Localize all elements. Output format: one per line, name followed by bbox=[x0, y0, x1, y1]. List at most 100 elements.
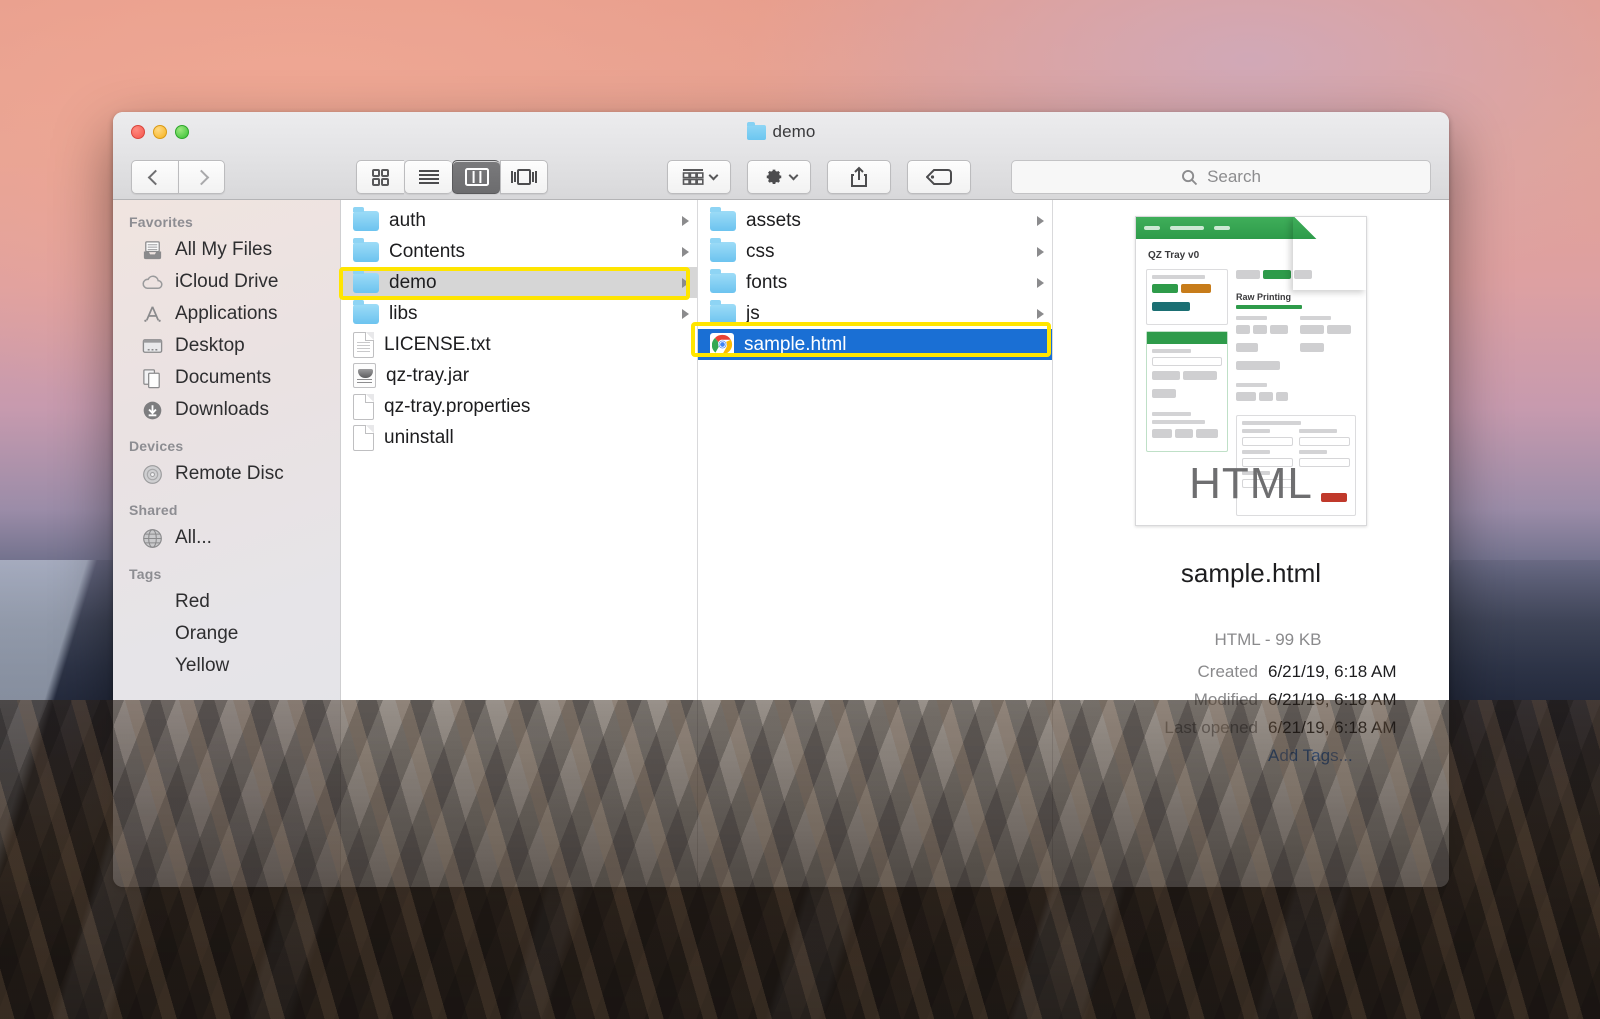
column-view: auth Contents demo l bbox=[341, 200, 1449, 887]
disclosure-arrow-icon[interactable] bbox=[1037, 247, 1044, 257]
tag-dot-icon bbox=[141, 655, 164, 678]
sidebar-item-label: Desktop bbox=[175, 335, 245, 357]
disclosure-arrow-icon[interactable] bbox=[682, 278, 689, 288]
search-field[interactable]: Search bbox=[1011, 160, 1431, 194]
sidebar-item-tag-red[interactable]: Red bbox=[113, 586, 340, 618]
list-item-sample-html-selected[interactable]: sample.html bbox=[698, 329, 1052, 360]
metadata-key: Created bbox=[1053, 662, 1258, 682]
back-button[interactable] bbox=[131, 160, 178, 194]
tag-dot-icon bbox=[141, 591, 164, 614]
sidebar-header-tags: Tags bbox=[113, 566, 340, 586]
item-label: qz-tray.properties bbox=[384, 396, 672, 418]
item-label: uninstall bbox=[384, 427, 672, 449]
arrange-button[interactable] bbox=[667, 160, 731, 194]
window-titlebar[interactable]: demo bbox=[113, 112, 1449, 200]
list-item[interactable]: libs bbox=[341, 298, 697, 329]
sidebar-item-label: Documents bbox=[175, 367, 271, 389]
folder-icon bbox=[747, 125, 766, 140]
disclosure-arrow-icon[interactable] bbox=[1037, 216, 1044, 226]
list-icon bbox=[418, 169, 440, 185]
sidebar-item-all-shared[interactable]: All... bbox=[113, 522, 340, 554]
list-item[interactable]: assets bbox=[698, 205, 1052, 236]
grid-icon bbox=[371, 168, 390, 187]
sidebar-item-tag-yellow[interactable]: Yellow bbox=[113, 650, 340, 682]
disclosure-arrow-icon[interactable] bbox=[1037, 278, 1044, 288]
item-label: qz-tray.jar bbox=[386, 365, 672, 387]
list-item-demo-selected[interactable]: demo bbox=[341, 267, 697, 298]
sidebar-header-favorites: Favorites bbox=[113, 214, 340, 234]
list-item[interactable]: qz-tray.properties bbox=[341, 391, 697, 422]
disclosure-arrow-icon[interactable] bbox=[682, 309, 689, 319]
desktop-icon bbox=[141, 335, 164, 358]
network-globe-icon bbox=[141, 527, 164, 550]
forward-button[interactable] bbox=[178, 160, 225, 194]
finder-sidebar[interactable]: Favorites All My Files bbox=[113, 200, 341, 887]
list-item[interactable]: css bbox=[698, 236, 1052, 267]
blank-document-icon bbox=[353, 394, 374, 420]
list-item[interactable]: qz-tray.jar bbox=[341, 360, 697, 391]
blank-document-icon bbox=[353, 425, 374, 451]
search-placeholder: Search bbox=[1207, 167, 1261, 187]
window-body: Favorites All My Files bbox=[113, 200, 1449, 887]
remote-disc-icon bbox=[141, 463, 164, 486]
metadata-row: Last opened 6/21/19, 6:18 AM bbox=[1053, 718, 1449, 738]
navigation-buttons[interactable] bbox=[131, 160, 225, 194]
icon-view-button[interactable] bbox=[356, 160, 404, 194]
chevron-left-icon bbox=[147, 169, 163, 185]
list-view-button[interactable] bbox=[404, 160, 452, 194]
all-my-files-icon bbox=[141, 239, 164, 262]
list-item[interactable]: auth bbox=[341, 205, 697, 236]
arrange-icon bbox=[682, 168, 704, 186]
sidebar-item-documents[interactable]: Documents bbox=[113, 362, 340, 394]
item-label: Contents bbox=[389, 241, 672, 263]
metadata-key: Last opened bbox=[1053, 718, 1258, 738]
sidebar-item-remote-disc[interactable]: Remote Disc bbox=[113, 458, 340, 490]
metadata-value: 6/21/19, 6:18 AM bbox=[1268, 662, 1397, 682]
edit-tags-button[interactable] bbox=[907, 160, 971, 194]
column-two[interactable]: assets css fonts js bbox=[698, 200, 1053, 887]
finder-window[interactable]: demo bbox=[113, 112, 1449, 887]
finder-toolbar[interactable]: Search bbox=[113, 154, 1449, 200]
list-item[interactable]: uninstall bbox=[341, 422, 697, 453]
column-view-button[interactable] bbox=[452, 160, 500, 194]
folder-icon bbox=[710, 242, 736, 262]
preview-filename: sample.html bbox=[1053, 558, 1449, 589]
thumbnail-section-title: Raw Printing bbox=[1236, 292, 1356, 302]
sidebar-item-icloud-drive[interactable]: iCloud Drive bbox=[113, 266, 340, 298]
coverflow-view-button[interactable] bbox=[500, 160, 548, 194]
folder-icon bbox=[353, 304, 379, 324]
disclosure-arrow-icon[interactable] bbox=[682, 216, 689, 226]
tag-icon bbox=[926, 169, 952, 185]
sidebar-item-applications[interactable]: Applications bbox=[113, 298, 340, 330]
share-button[interactable] bbox=[827, 160, 891, 194]
disclosure-arrow-icon[interactable] bbox=[682, 247, 689, 257]
list-item[interactable]: js bbox=[698, 298, 1052, 329]
sidebar-item-tag-orange[interactable]: Orange bbox=[113, 618, 340, 650]
list-item[interactable]: fonts bbox=[698, 267, 1052, 298]
folder-icon bbox=[710, 211, 736, 231]
sidebar-item-label: Downloads bbox=[175, 399, 269, 421]
column-one[interactable]: auth Contents demo l bbox=[341, 200, 698, 887]
sidebar-header-shared: Shared bbox=[113, 502, 340, 522]
view-mode-buttons[interactable] bbox=[356, 160, 548, 194]
disclosure-arrow-icon[interactable] bbox=[1037, 309, 1044, 319]
sidebar-item-desktop[interactable]: Desktop bbox=[113, 330, 340, 362]
chrome-icon bbox=[710, 333, 734, 357]
action-menu-button[interactable] bbox=[747, 160, 811, 194]
page-curl-icon bbox=[1293, 216, 1367, 290]
add-tags-link[interactable]: Add Tags... bbox=[1268, 746, 1449, 766]
file-thumbnail: QZ Tray v0 bbox=[1135, 216, 1367, 526]
window-title-text: demo bbox=[773, 122, 816, 142]
sidebar-item-downloads[interactable]: Downloads bbox=[113, 394, 340, 426]
list-item[interactable]: Contents bbox=[341, 236, 697, 267]
item-label: demo bbox=[389, 272, 672, 294]
item-label: js bbox=[746, 303, 1027, 325]
list-item[interactable]: LICENSE.txt bbox=[341, 329, 697, 360]
preview-metadata: HTML - 99 KB Created 6/21/19, 6:18 AM Mo… bbox=[1053, 630, 1449, 766]
folder-icon bbox=[353, 273, 379, 293]
downloads-icon bbox=[141, 399, 164, 422]
metadata-row: Created 6/21/19, 6:18 AM bbox=[1053, 662, 1449, 682]
sidebar-item-all-my-files[interactable]: All My Files bbox=[113, 234, 340, 266]
share-icon bbox=[849, 166, 869, 188]
metadata-key: Modified bbox=[1053, 690, 1258, 710]
